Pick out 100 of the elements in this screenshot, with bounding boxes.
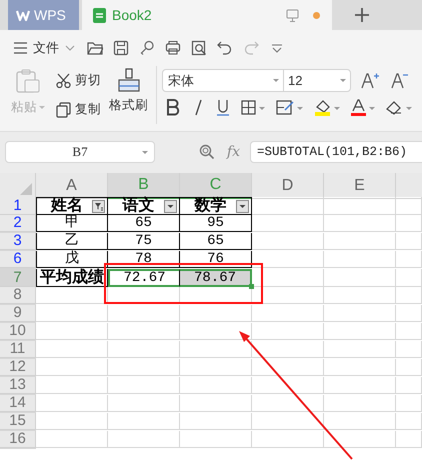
empty-cell[interactable] xyxy=(324,305,396,322)
select-all-icon[interactable] xyxy=(20,183,32,195)
empty-cell[interactable] xyxy=(324,395,396,412)
empty-cell[interactable] xyxy=(396,269,422,287)
print-icon[interactable] xyxy=(165,40,181,56)
row-header[interactable]: 2 xyxy=(0,215,36,232)
formula-field[interactable]: =SUBTOTAL(101,B2:B6) xyxy=(250,141,422,163)
empty-cell[interactable] xyxy=(252,341,324,358)
empty-cell[interactable] xyxy=(180,341,252,358)
painter-button[interactable]: 格式刷 xyxy=(109,68,148,115)
copy-button[interactable]: 复制 xyxy=(56,100,101,119)
zoom-icon[interactable] xyxy=(198,144,215,160)
empty-cell[interactable] xyxy=(324,233,396,250)
row-header[interactable]: 12 xyxy=(0,359,36,376)
empty-cell[interactable] xyxy=(324,359,396,376)
empty-cell[interactable] xyxy=(108,305,180,322)
empty-cell[interactable] xyxy=(252,359,324,376)
table-cell[interactable]: 65 xyxy=(180,233,252,250)
empty-cell[interactable] xyxy=(108,395,180,412)
empty-cell[interactable] xyxy=(324,251,396,268)
empty-cell[interactable] xyxy=(180,377,252,394)
empty-cell[interactable] xyxy=(324,197,396,215)
row-header[interactable]: 1 xyxy=(0,197,36,215)
table-cell[interactable]: 75 xyxy=(108,233,180,250)
empty-cell[interactable] xyxy=(252,197,324,215)
empty-cell[interactable] xyxy=(396,341,422,358)
new-tab-icon[interactable] xyxy=(355,8,369,22)
file-menu[interactable]: 文件 xyxy=(33,38,75,58)
empty-cell[interactable] xyxy=(396,251,422,268)
row-header[interactable]: 8 xyxy=(0,287,36,304)
undo-icon[interactable] xyxy=(217,40,233,56)
underline-icon[interactable] xyxy=(216,99,230,116)
table-cell[interactable]: 76 xyxy=(180,251,252,268)
empty-cell[interactable] xyxy=(324,269,396,287)
bold-icon[interactable] xyxy=(166,99,180,116)
empty-cell[interactable] xyxy=(108,359,180,376)
table-cell[interactable]: 78 xyxy=(108,251,180,268)
empty-cell[interactable] xyxy=(324,377,396,394)
row-header[interactable]: 11 xyxy=(0,341,36,358)
eraser-icon[interactable] xyxy=(386,99,412,116)
empty-cell[interactable] xyxy=(180,413,252,430)
table-cell[interactable]: 78.67 xyxy=(180,269,252,287)
empty-cell[interactable] xyxy=(180,305,252,322)
column-header[interactable]: D xyxy=(252,173,324,199)
fill-handle[interactable] xyxy=(249,284,254,289)
row-header[interactable]: 6 xyxy=(0,251,36,268)
empty-cell[interactable] xyxy=(108,341,180,358)
preview-icon[interactable] xyxy=(191,40,207,56)
empty-cell[interactable] xyxy=(396,287,422,304)
table-cell[interactable]: 姓名 xyxy=(36,197,108,215)
empty-cell[interactable] xyxy=(396,215,422,232)
cut-button[interactable]: 剪切 xyxy=(56,71,101,90)
empty-cell[interactable] xyxy=(252,395,324,412)
redo-icon[interactable] xyxy=(243,40,259,56)
empty-cell[interactable] xyxy=(180,395,252,412)
table-cell[interactable]: 戊 xyxy=(36,251,108,268)
empty-cell[interactable] xyxy=(252,233,324,250)
fill-color-icon[interactable] xyxy=(314,99,340,116)
row-header[interactable]: 13 xyxy=(0,377,36,394)
row-header[interactable]: 16 xyxy=(0,431,36,448)
filter-icon[interactable] xyxy=(92,200,105,213)
table-cell[interactable]: 72.67 xyxy=(108,269,180,287)
save-icon[interactable] xyxy=(113,40,129,56)
borders-icon[interactable] xyxy=(241,99,265,116)
empty-cell[interactable] xyxy=(324,323,396,340)
empty-cell[interactable] xyxy=(324,413,396,430)
empty-cell[interactable] xyxy=(252,305,324,322)
empty-cell[interactable] xyxy=(396,413,422,430)
empty-cell[interactable] xyxy=(180,431,252,448)
grow-font-icon[interactable] xyxy=(361,72,379,89)
name-box[interactable]: B7 xyxy=(5,141,155,163)
monitor-icon[interactable] xyxy=(286,8,299,22)
empty-cell[interactable] xyxy=(324,431,396,448)
empty-cell[interactable] xyxy=(396,377,422,394)
column-header[interactable]: E xyxy=(324,173,396,199)
font-color-icon[interactable] xyxy=(351,99,375,116)
empty-cell[interactable] xyxy=(324,287,396,304)
shrink-font-icon[interactable] xyxy=(391,72,409,89)
merge-cells-icon[interactable] xyxy=(276,99,303,116)
empty-cell[interactable] xyxy=(108,413,180,430)
empty-cell[interactable] xyxy=(252,215,324,232)
empty-cell[interactable] xyxy=(396,323,422,340)
empty-cell[interactable] xyxy=(108,323,180,340)
empty-cell[interactable] xyxy=(396,197,422,215)
table-cell[interactable]: 65 xyxy=(108,215,180,232)
table-cell[interactable]: 乙 xyxy=(36,233,108,250)
row-header[interactable]: 14 xyxy=(0,395,36,412)
empty-cell[interactable] xyxy=(324,215,396,232)
table-cell[interactable]: 95 xyxy=(180,215,252,232)
folder-icon[interactable] xyxy=(87,40,103,56)
dropdown-icon[interactable] xyxy=(236,200,249,213)
empty-cell[interactable] xyxy=(396,233,422,250)
empty-cell[interactable] xyxy=(252,251,324,268)
empty-cell[interactable] xyxy=(396,359,422,376)
empty-cell[interactable] xyxy=(396,305,422,322)
table-cell[interactable]: 甲 xyxy=(36,215,108,232)
empty-cell[interactable] xyxy=(252,413,324,430)
dropdown-icon[interactable] xyxy=(164,200,177,213)
menu-icon[interactable] xyxy=(14,42,27,54)
row-header[interactable]: 10 xyxy=(0,323,36,340)
